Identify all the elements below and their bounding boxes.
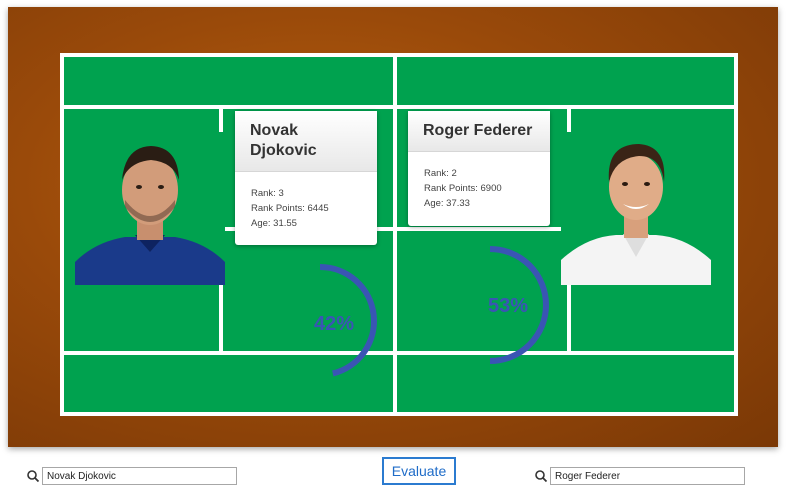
- player-rank-left: Rank: 3: [251, 188, 284, 199]
- player-card-left: Novak Djokovic Rank: 3 Rank Points: 6445…: [235, 111, 377, 245]
- win-percent-left: 42%: [314, 313, 355, 335]
- player-age-right: Age: 37.33: [424, 198, 470, 209]
- player-input-left[interactable]: [42, 467, 237, 485]
- court-line-center: [393, 57, 397, 412]
- player-card-right: Roger Federer Rank: 2 Rank Points: 6900 …: [408, 111, 550, 226]
- player-rank-right: Rank: 2: [424, 168, 457, 179]
- court-line-bottom: [64, 351, 734, 355]
- player-input-right[interactable]: [550, 467, 745, 485]
- player-photo-left: [75, 132, 225, 285]
- player-rank-points-right: Rank Points: 6900: [424, 183, 502, 194]
- player-search-left: [26, 466, 237, 486]
- player-search-right: [534, 466, 745, 486]
- player-rank-points-left: Rank Points: 6445: [251, 203, 329, 214]
- court-line-top: [64, 105, 734, 109]
- player-name-left-line1: Novak: [250, 122, 299, 139]
- clay-frame: Novak Djokovic Rank: 3 Rank Points: 6445…: [8, 7, 778, 447]
- player-photo-right: [561, 132, 711, 285]
- win-percent-right: 53%: [488, 295, 529, 317]
- player-name-left: Novak Djokovic: [235, 111, 377, 172]
- search-icon: [535, 470, 548, 483]
- evaluate-button[interactable]: Evaluate: [382, 457, 456, 485]
- player-name-left-line2: Djokovic: [250, 142, 317, 159]
- player-name-right: Roger Federer: [408, 111, 550, 152]
- player-age-left: Age: 31.55: [251, 218, 297, 229]
- search-icon: [27, 470, 40, 483]
